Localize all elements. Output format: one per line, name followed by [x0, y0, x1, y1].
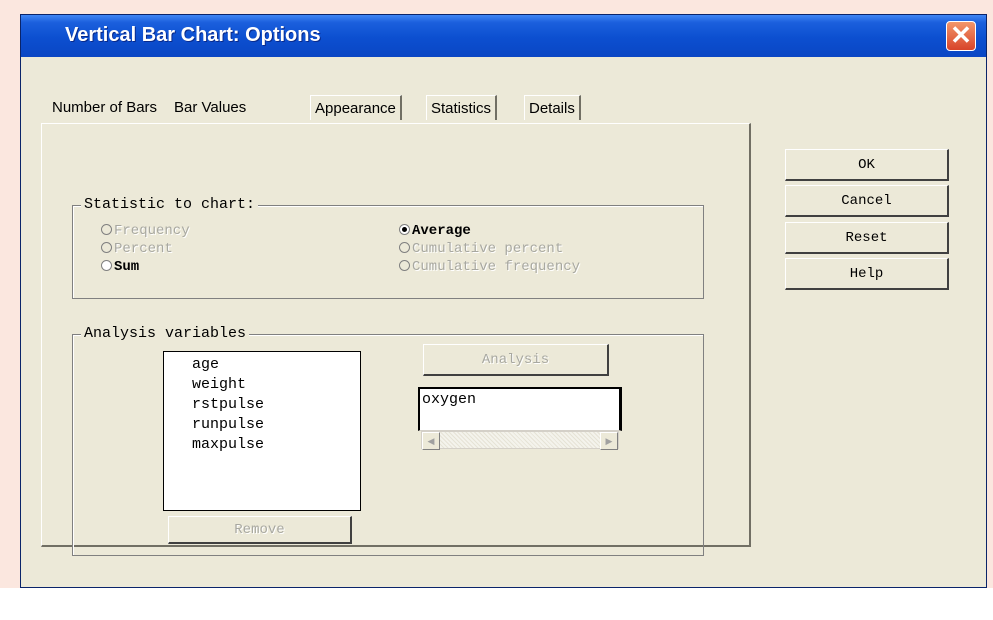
radio-percent[interactable]: Percent: [101, 241, 173, 257]
tab-label: Details: [529, 100, 575, 117]
close-icon: ✕: [950, 20, 972, 50]
tab-panel-bar-values: Statistic to chart: Frequency Percent Su…: [41, 123, 751, 556]
radio-indicator-selected: [399, 223, 410, 235]
selected-analysis-variable: oxygen: [422, 391, 477, 408]
radio-label: Cumulative percent: [412, 241, 564, 257]
radio-indicator: [399, 241, 410, 253]
options-dialog: Vertical Bar Chart: Options ✕ Number of …: [20, 14, 987, 588]
radio-label: Sum: [114, 259, 140, 275]
ok-button[interactable]: OK: [785, 149, 949, 181]
horizontal-scrollbar[interactable]: ◀ ▶: [421, 431, 619, 450]
tab-label: Number of Bars: [52, 99, 158, 116]
list-item[interactable]: maxpulse: [164, 435, 360, 455]
tab-statistics[interactable]: Statistics: [426, 95, 498, 120]
ok-button-label: OK: [858, 157, 875, 173]
tab-number-of-bars[interactable]: Number of Bars: [48, 95, 161, 120]
cancel-button[interactable]: Cancel: [785, 185, 949, 217]
radio-indicator: [101, 223, 112, 235]
tab-appearance[interactable]: Appearance: [310, 95, 402, 120]
remove-button[interactable]: Remove: [168, 516, 352, 544]
list-item[interactable]: weight: [164, 375, 360, 395]
analysis-button[interactable]: Analysis: [423, 344, 609, 376]
dialog-body: Number of Bars Bar Values Appearance Sta…: [21, 57, 986, 587]
radio-frequency[interactable]: Frequency: [101, 223, 190, 239]
radio-sum[interactable]: Sum: [101, 259, 139, 275]
list-item[interactable]: runpulse: [164, 415, 360, 435]
radio-indicator: [399, 259, 410, 271]
radio-label: Percent: [114, 241, 173, 257]
tab-label: Appearance: [315, 100, 396, 117]
window-title: Vertical Bar Chart: Options: [65, 24, 321, 46]
statistic-group: Statistic to chart: Frequency Percent Su…: [72, 196, 704, 299]
available-variables-list[interactable]: age weight rstpulse runpulse maxpulse: [163, 351, 361, 511]
radio-average[interactable]: Average: [399, 223, 471, 239]
statistic-group-title: Statistic to chart:: [81, 196, 259, 213]
analysis-variable-field[interactable]: oxygen: [418, 387, 622, 431]
radio-label: Cumulative frequency: [412, 259, 581, 275]
close-button[interactable]: ✕: [946, 21, 976, 51]
scroll-left-icon[interactable]: ◀: [422, 432, 440, 450]
tab-details[interactable]: Details: [524, 95, 581, 120]
list-item[interactable]: rstpulse: [164, 395, 360, 415]
page-footer-area: [0, 588, 993, 620]
radio-cumulative-frequency[interactable]: Cumulative frequency: [399, 259, 580, 275]
radio-cumulative-percent[interactable]: Cumulative percent: [399, 241, 563, 257]
help-button[interactable]: Help: [785, 258, 949, 290]
radio-label: Average: [412, 223, 471, 239]
page-background: [0, 0, 993, 14]
radio-indicator: [101, 241, 112, 253]
remove-button-label: Remove: [234, 522, 285, 538]
page-border: [0, 0, 20, 620]
analysis-group-title: Analysis variables: [81, 325, 250, 342]
radio-label: Frequency: [114, 223, 190, 239]
analysis-variables-group: Analysis variables age weight rstpulse r…: [72, 325, 704, 556]
scroll-right-icon[interactable]: ▶: [600, 432, 618, 450]
analysis-button-label: Analysis: [481, 352, 550, 368]
cancel-button-label: Cancel: [841, 193, 892, 209]
reset-button[interactable]: Reset: [785, 222, 949, 254]
title-bar: Vertical Bar Chart: Options ✕: [21, 15, 986, 57]
list-item[interactable]: age: [164, 355, 360, 375]
tab-bar-values[interactable]: Bar Values: [170, 95, 250, 120]
tab-label: Bar Values: [174, 99, 247, 116]
help-button-label: Help: [849, 266, 884, 282]
radio-indicator: [101, 259, 112, 271]
tab-label: Statistics: [431, 100, 492, 117]
reset-button-label: Reset: [845, 230, 888, 246]
